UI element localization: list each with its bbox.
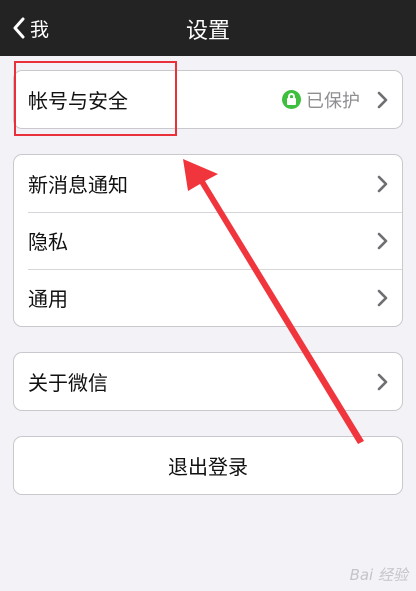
watermark: Bai 经验: [349, 566, 408, 584]
annotation-arrow: [183, 159, 364, 444]
